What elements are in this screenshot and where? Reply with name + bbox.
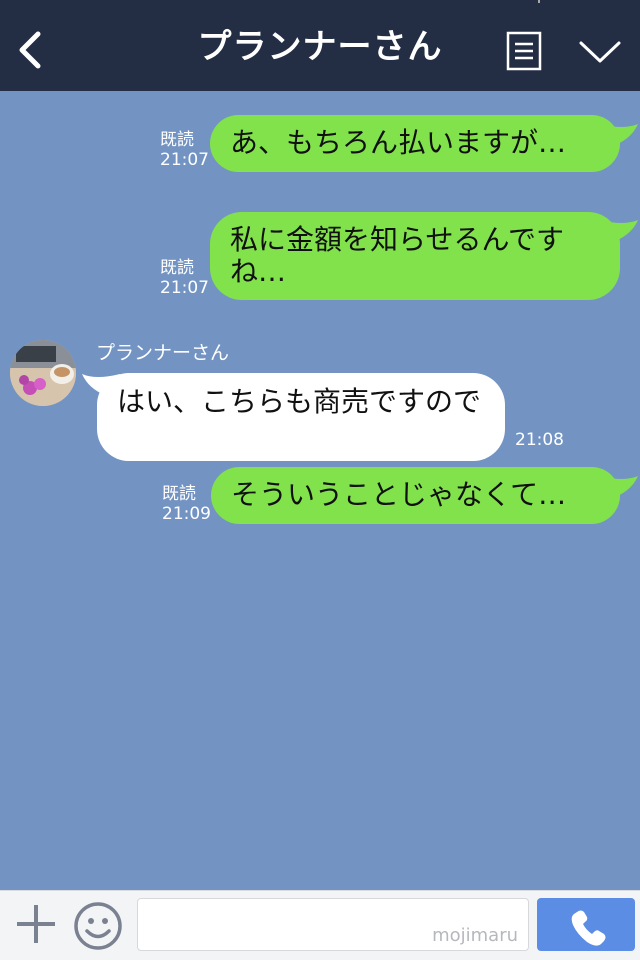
chat-header: プランナーさん (0, 0, 640, 91)
plus-icon[interactable] (14, 901, 58, 947)
sender-avatar[interactable] (10, 340, 76, 406)
message-time: 21:07 (160, 150, 209, 170)
message-meta: 既読 21:07 (160, 258, 209, 298)
notes-icon[interactable] (506, 31, 542, 71)
input-bar: mojimaru (0, 890, 640, 960)
message-text: 私に金額を知らせるんですね… (230, 223, 565, 288)
my-message-bubble[interactable]: 私に金額を知らせるんですね… (210, 212, 620, 300)
chevron-down-icon[interactable] (578, 38, 622, 66)
message-meta: 既読 21:07 (160, 130, 209, 170)
message-time: 21:08 (515, 430, 564, 450)
my-message-bubble[interactable]: そういうことじゃなくて… (211, 467, 620, 524)
read-receipt: 既読 (160, 258, 194, 278)
my-message-bubble[interactable]: あ、もちろん払いますが… (210, 115, 620, 172)
read-receipt: 既読 (162, 484, 196, 504)
message-text: あ、もちろん払いますが… (230, 126, 567, 159)
message-text: はい、こちらも商売ですので (117, 385, 482, 418)
smiley-icon[interactable] (72, 900, 124, 952)
chat-title: プランナーさん (197, 27, 443, 67)
message-text: そういうことじゃなくて… (231, 478, 567, 511)
bubble-tail (600, 124, 638, 148)
bubble-tail (600, 220, 638, 244)
sender-name: プランナーさん (96, 342, 230, 364)
read-receipt: 既読 (160, 130, 194, 150)
bubble-tail (600, 476, 638, 500)
call-button[interactable] (537, 898, 635, 951)
message-input[interactable]: mojimaru (137, 898, 529, 951)
message-time: 21:09 (162, 504, 211, 524)
their-message-bubble[interactable]: はい、こちらも商売ですので (97, 373, 505, 461)
message-meta: 既読 21:09 (162, 484, 211, 524)
status-bar-mark (538, 0, 540, 3)
message-time: 21:07 (160, 278, 209, 298)
phone-icon (571, 910, 606, 946)
watermark-text: mojimaru (432, 925, 518, 946)
chat-app: プランナーさん 既読 21:07 あ、もちろん払いますが… 既読 21:07 私… (0, 0, 640, 960)
